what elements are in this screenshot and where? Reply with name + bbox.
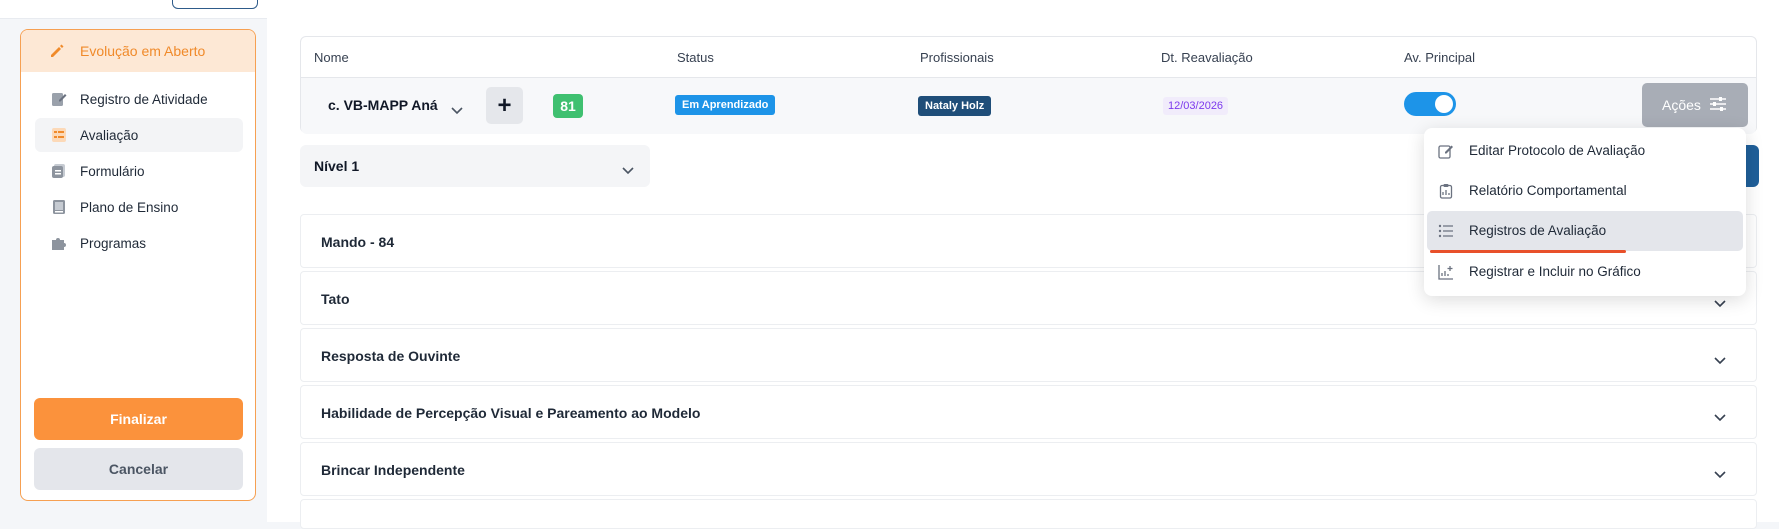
level-select-value: Nível 1 <box>314 158 360 174</box>
sidebar-item-label: Avaliação <box>80 128 139 143</box>
sidebar-item-formulario[interactable]: Formulário <box>35 154 243 188</box>
chevron-down-icon <box>1714 466 1726 479</box>
sidebar-item-avaliacao[interactable]: Avaliação <box>35 118 243 152</box>
sidebar-item-plano-ensino[interactable]: Plano de Ensino <box>35 190 243 224</box>
section-title: Mando - 84 <box>321 234 395 250</box>
clipboard-icon <box>1438 183 1454 199</box>
menu-item-label: Registrar e Incluir no Gráfico <box>1469 264 1641 279</box>
pencil-icon <box>49 43 65 64</box>
professional-badge: Nataly Holz <box>918 96 992 116</box>
evaluation-name[interactable]: c. VB-MAPP Aná <box>328 97 438 113</box>
section-title: Resposta de Ouvinte <box>321 348 461 364</box>
highlight-underline <box>1430 250 1626 253</box>
sidebar-item-label: Formulário <box>80 164 145 179</box>
section-percepcao-visual[interactable]: Habilidade de Percepção Visual e Pareame… <box>300 385 1757 439</box>
reevaluation-date: 12/03/2026 <box>1163 97 1229 115</box>
section-brincar-independente[interactable]: Brincar Independente <box>300 442 1757 496</box>
chevron-down-icon <box>1714 295 1726 308</box>
column-header-principal: Av. Principal <box>1404 50 1476 65</box>
list-icon <box>1438 223 1454 239</box>
actions-button[interactable]: Ações <box>1642 83 1748 127</box>
actions-menu: Editar Protocolo de Avaliação Relatório … <box>1424 128 1746 296</box>
sidebar-header: Evolução em Aberto <box>21 30 255 72</box>
column-header-profissionais: Profissionais <box>920 50 994 65</box>
evaluation-table: Nome Status Profissionais Dt. Reavaliaçã… <box>300 36 1757 134</box>
table-row: c. VB-MAPP Aná + 81 Em Aprendizado Natal… <box>301 77 1756 134</box>
puzzle-icon <box>51 235 67 251</box>
principal-toggle[interactable] <box>1404 92 1456 116</box>
section-title: Brincar Independente <box>321 462 465 478</box>
menu-item-relatorio[interactable]: Relatório Comportamental <box>1427 171 1743 211</box>
sliders-icon <box>1709 96 1727 115</box>
column-header-status: Status <box>677 50 714 65</box>
actions-label: Ações <box>1662 97 1701 113</box>
column-header-reavaliacao: Dt. Reavaliação <box>1161 50 1253 65</box>
sidebar-header-label: Evolução em Aberto <box>80 43 206 59</box>
menu-item-label: Relatório Comportamental <box>1469 183 1627 198</box>
chevron-down-icon <box>1714 352 1726 365</box>
sidebar-item-label: Registro de Atividade <box>80 92 208 107</box>
menu-item-label: Registros de Avaliação <box>1469 223 1607 238</box>
sidebar-item-label: Plano de Ensino <box>80 200 179 215</box>
sidebar-item-registro-atividade[interactable]: Registro de Atividade <box>35 82 243 116</box>
finalize-button[interactable]: Finalizar <box>34 398 243 440</box>
section-next[interactable] <box>300 499 1757 529</box>
top-tab[interactable] <box>172 0 258 9</box>
section-resposta-ouvinte[interactable]: Resposta de Ouvinte <box>300 328 1757 382</box>
sidebar-item-label: Programas <box>80 236 147 251</box>
menu-item-label: Editar Protocolo de Avaliação <box>1469 143 1646 158</box>
chevron-down-icon <box>1714 409 1726 422</box>
edit-doc-icon <box>51 91 67 107</box>
chevron-down-icon <box>622 162 634 175</box>
checklist-icon <box>51 127 67 143</box>
form-icon <box>51 163 67 179</box>
chart-add-icon <box>1438 264 1454 280</box>
menu-item-editar-protocolo[interactable]: Editar Protocolo de Avaliação <box>1427 131 1743 171</box>
chevron-down-icon[interactable] <box>451 102 463 115</box>
score-badge: 81 <box>553 94 583 118</box>
section-title: Tato <box>321 291 350 307</box>
cancel-button[interactable]: Cancelar <box>34 448 243 490</box>
add-button[interactable]: + <box>486 87 523 124</box>
menu-item-registros-avaliacao[interactable]: Registros de Avaliação <box>1427 211 1743 251</box>
status-badge: Em Aprendizado <box>675 95 776 115</box>
blue-button-edge[interactable] <box>1746 145 1759 187</box>
menu-item-registrar-grafico[interactable]: Registrar e Incluir no Gráfico <box>1427 252 1743 292</box>
level-select[interactable]: Nível 1 <box>300 145 650 187</box>
sidebar-item-programas[interactable]: Programas <box>35 226 243 260</box>
top-bar <box>0 0 1779 19</box>
sidebar: Evolução em Aberto Registro de Atividade… <box>20 29 256 501</box>
pencil-icon <box>1438 143 1454 159</box>
column-header-nome: Nome <box>314 50 349 65</box>
section-title: Habilidade de Percepção Visual e Pareame… <box>321 405 701 421</box>
book-icon <box>51 199 67 215</box>
toggle-knob <box>1435 95 1453 113</box>
